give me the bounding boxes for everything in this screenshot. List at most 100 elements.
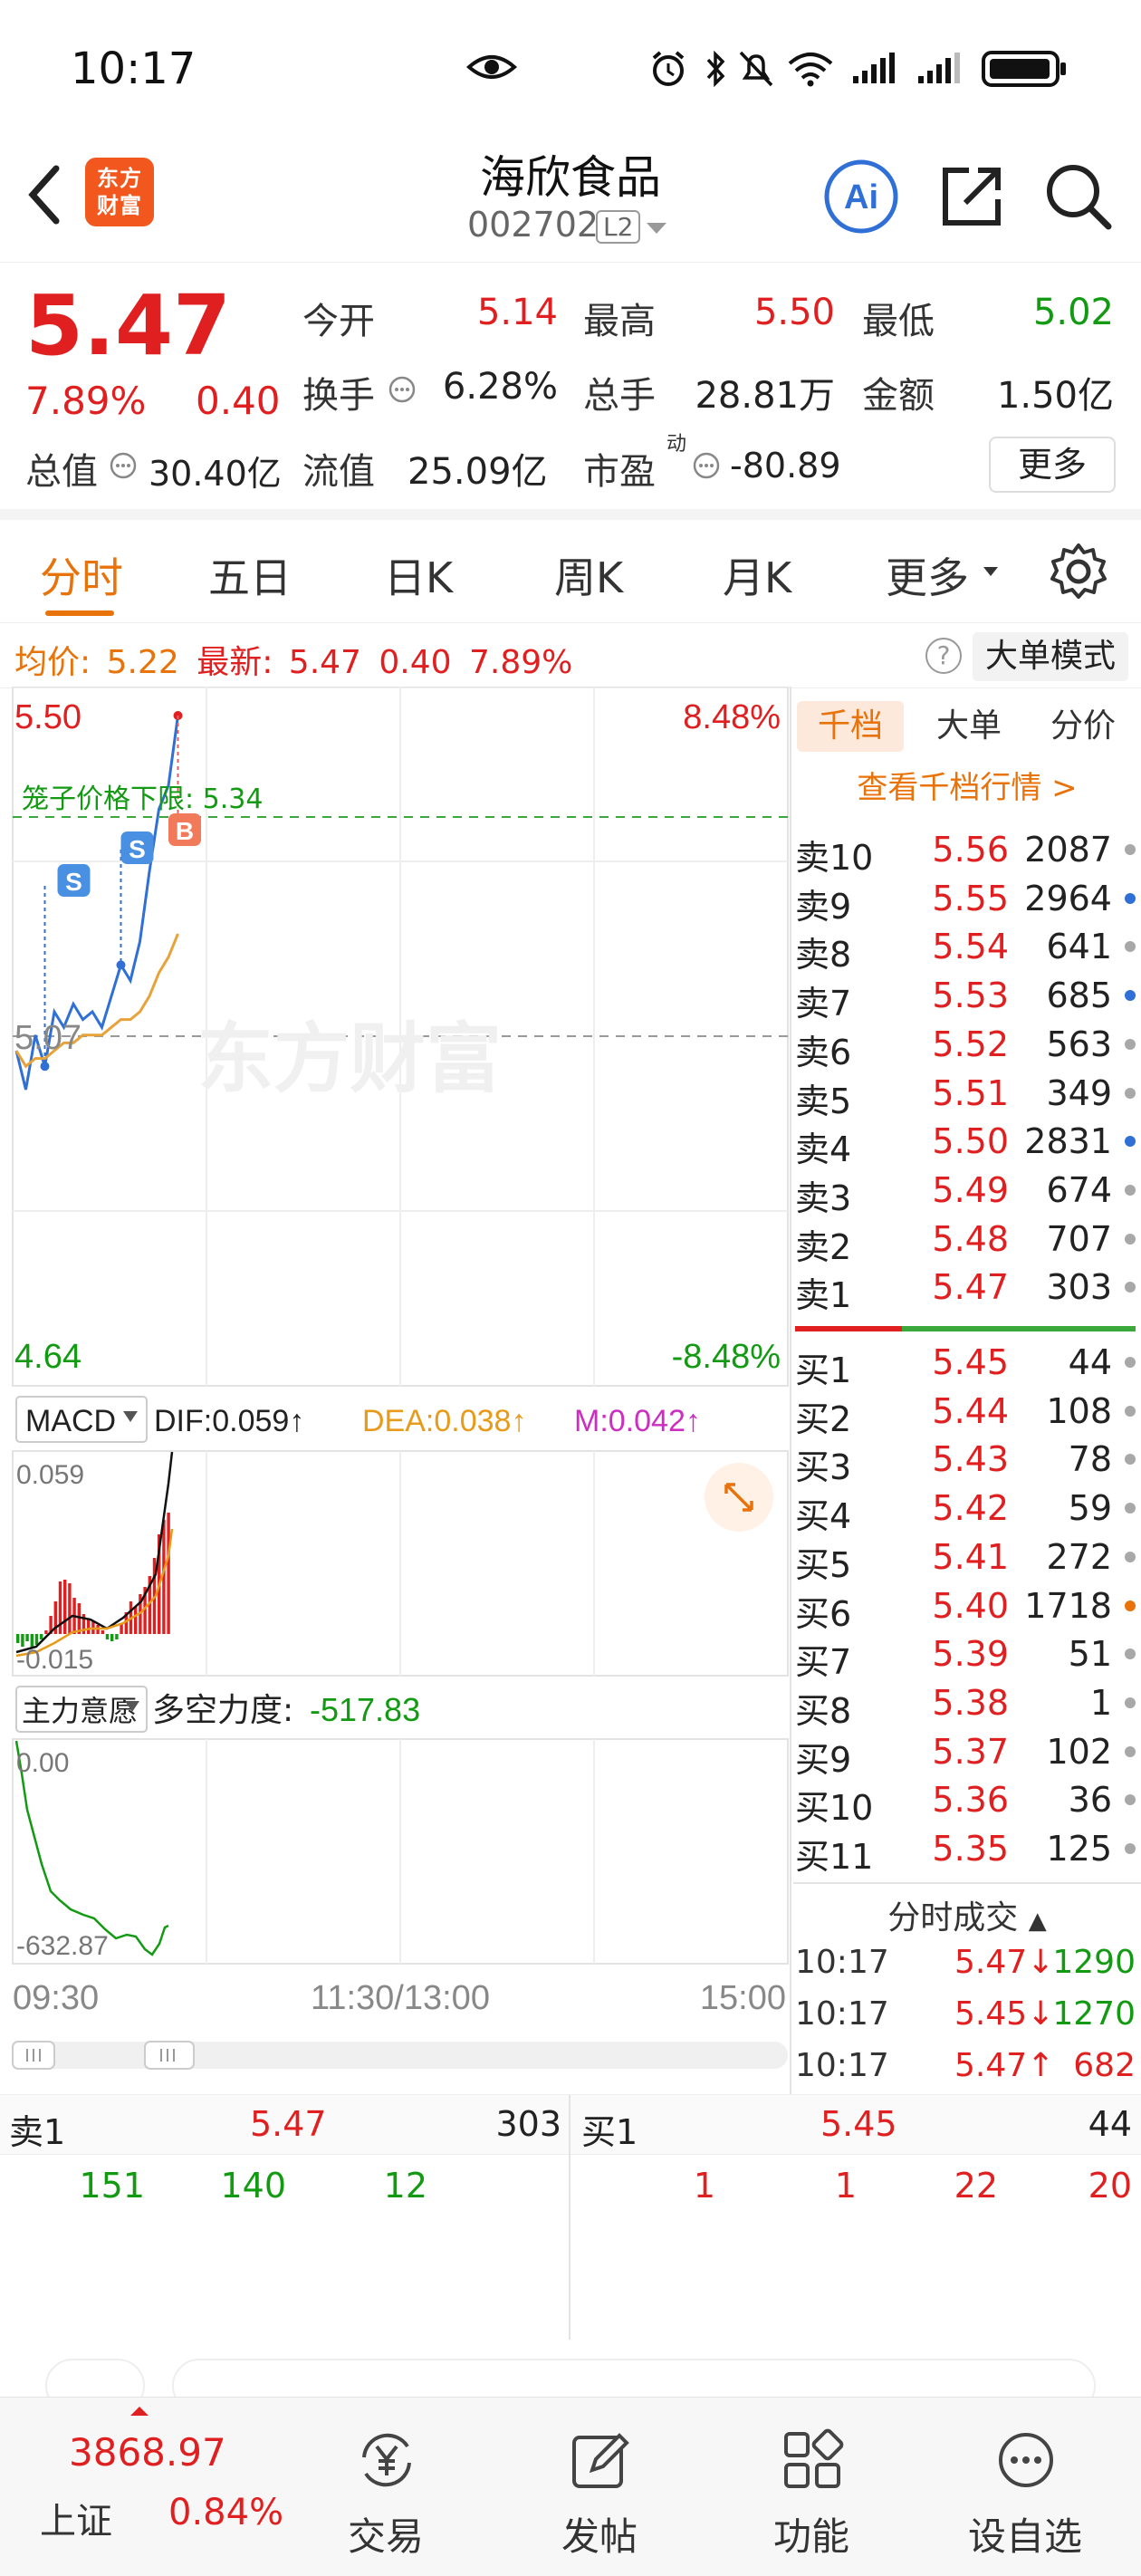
latest-change: 0.40: [379, 644, 452, 681]
bid-row[interactable]: 买6 5.40 1718: [795, 1581, 1136, 1634]
macd-bar: [134, 1607, 138, 1634]
bid-row[interactable]: 买8 5.38 1: [795, 1677, 1136, 1731]
ask-row[interactable]: 卖9 5.55 2964: [795, 873, 1136, 927]
tab-more[interactable]: 更多: [886, 545, 969, 605]
tab-daily-k[interactable]: 日K: [384, 545, 453, 605]
ticks-header[interactable]: 分时成交 ▲: [793, 1882, 1141, 1937]
status-bar: 10:17: [0, 0, 1141, 136]
macd-bar: [40, 1634, 43, 1639]
status-dot-icon: [1125, 1087, 1136, 1099]
bid-row[interactable]: 买4 5.42 59: [795, 1483, 1136, 1536]
ask-volume: 2964: [1024, 878, 1112, 918]
bid-row[interactable]: 买3 5.43 78: [795, 1434, 1136, 1487]
ask-row[interactable]: 卖1 5.47 303: [795, 1262, 1136, 1315]
status-dot-icon: [1125, 892, 1136, 904]
bid-volume: 1718: [1024, 1585, 1112, 1626]
sell-marker-label: S: [65, 868, 82, 896]
more-dots-icon: [999, 2433, 1053, 2487]
ask-price: 5.55: [932, 878, 1009, 918]
info-icon[interactable]: [692, 451, 721, 480]
ask-row[interactable]: 卖5 5.51 349: [795, 1068, 1136, 1121]
ask-volume: 349: [1046, 1072, 1112, 1113]
latest-label: 最新:: [197, 644, 273, 681]
nav-post[interactable]: 发帖: [509, 2398, 690, 2576]
ask-row[interactable]: 卖10 5.56 2087: [795, 824, 1136, 878]
pe-superscript: 动: [666, 433, 687, 456]
ask-row[interactable]: 卖8 5.54 641: [795, 921, 1136, 975]
index-ticker[interactable]: 3868.97 上证 0.84%: [0, 2398, 283, 2576]
axis-pct-top: 8.48%: [683, 698, 781, 736]
ask-row[interactable]: 卖4 5.50 2831: [795, 1116, 1136, 1169]
pe-label: 市盈: [583, 451, 656, 493]
latest-value: 5.47: [288, 644, 361, 681]
grid-icon: [784, 2428, 844, 2488]
help-icon[interactable]: ?: [925, 638, 962, 674]
tab-big-orders[interactable]: 大单: [924, 701, 1014, 752]
tab-monthly-k[interactable]: 月K: [723, 545, 791, 605]
ask-price: 5.49: [932, 1169, 1009, 1210]
turnover-label: 换手: [302, 375, 375, 417]
mktcap-value: 30.40亿: [149, 454, 282, 494]
ask-queue-item: 12: [383, 2166, 427, 2206]
ai-assistant-icon[interactable]: Ai: [822, 158, 900, 235]
macd-label: MACD: [25, 1404, 116, 1438]
chevron-down-icon[interactable]: [645, 221, 668, 235]
nav-watchlist[interactable]: 设自选: [935, 2398, 1116, 2576]
bid-row[interactable]: 买2 5.44 108: [795, 1386, 1136, 1439]
tab-five-day[interactable]: 五日: [208, 545, 292, 605]
macd-axis-bottom: -0.015: [16, 1645, 93, 1675]
bid-queue-item: 20: [1088, 2166, 1132, 2206]
bid-row[interactable]: 买11 5.35 125: [795, 1823, 1136, 1877]
tab-weekly-k[interactable]: 周K: [554, 545, 623, 605]
intraday-chart[interactable]: 东方财富 S S B 5.50 8.48% 5.07 笼子价格下限: 5.34 4.…: [0, 687, 793, 2094]
ask-row[interactable]: 卖2 5.48 707: [795, 1214, 1136, 1267]
bid-volume: 51: [1068, 1634, 1112, 1675]
ask-volume: 707: [1046, 1218, 1112, 1259]
bid-row[interactable]: 买10 5.36 36: [795, 1774, 1136, 1828]
signal-icon-2: [918, 53, 960, 83]
bid-row[interactable]: 买7 5.39 51: [795, 1629, 1136, 1682]
gear-icon[interactable]: [1049, 542, 1108, 601]
info-icon[interactable]: [109, 451, 138, 480]
range-handle-right[interactable]: [144, 2041, 195, 2070]
nav-trade[interactable]: 交易: [295, 2398, 476, 2576]
nav-functions-label: 功能: [772, 2514, 849, 2559]
tick-row: 10:17 5.45↓ 1270: [795, 1990, 1136, 2039]
status-dot-icon: [1125, 1038, 1136, 1050]
ask-row[interactable]: 卖3 5.49 674: [795, 1165, 1136, 1218]
bid-queue-item: 1: [834, 2166, 857, 2206]
more-button[interactable]: 更多: [989, 437, 1116, 493]
float-label: 流值: [302, 451, 375, 493]
info-icon[interactable]: [388, 375, 417, 404]
macd-dea: DEA:0.038↑: [362, 1404, 526, 1438]
axis-prev-close: 5.07: [14, 1019, 82, 1057]
ask-row[interactable]: 卖6 5.52 563: [795, 1019, 1136, 1072]
view-levels-link[interactable]: 查看千档行情 >: [793, 763, 1141, 807]
tab-thousand-levels[interactable]: 千档: [797, 701, 904, 752]
nav-functions[interactable]: 功能: [721, 2398, 902, 2576]
macd-bar: [16, 1634, 20, 1643]
mute-bell-icon: [739, 51, 773, 87]
search-icon[interactable]: [1043, 161, 1114, 232]
cage-limit-label: 笼子价格下限: 5.34: [22, 783, 263, 815]
tick-price: 5.47↑: [954, 2047, 1055, 2084]
big-order-mode-button[interactable]: 大单模式: [973, 632, 1128, 681]
index-name: 上证: [40, 2501, 112, 2542]
compose-icon: [572, 2433, 629, 2488]
ask-price: 5.54: [932, 927, 1009, 967]
bid-row[interactable]: 买1 5.45 44: [795, 1337, 1136, 1390]
status-dot-icon: [1125, 1600, 1136, 1611]
tab-intraday[interactable]: 分时: [40, 545, 123, 605]
index-value: 3868.97: [69, 2430, 226, 2475]
volume-label: 总手: [583, 375, 656, 417]
ask-row[interactable]: 卖7 5.53 685: [795, 970, 1136, 1024]
bid-row[interactable]: 买5 5.41 272: [795, 1532, 1136, 1585]
axis-pct-bottom: -8.48%: [672, 1338, 781, 1376]
share-icon[interactable]: [938, 161, 1007, 230]
range-scrollbar[interactable]: [13, 2042, 788, 2069]
ask-volume: 641: [1046, 927, 1112, 967]
bid-row[interactable]: 买9 5.37 102: [795, 1726, 1136, 1780]
nav-trade-label: 交易: [347, 2514, 424, 2559]
tab-price-distribution[interactable]: 分价: [1031, 701, 1136, 752]
level1-ask-label: 卖1: [9, 2112, 66, 2152]
